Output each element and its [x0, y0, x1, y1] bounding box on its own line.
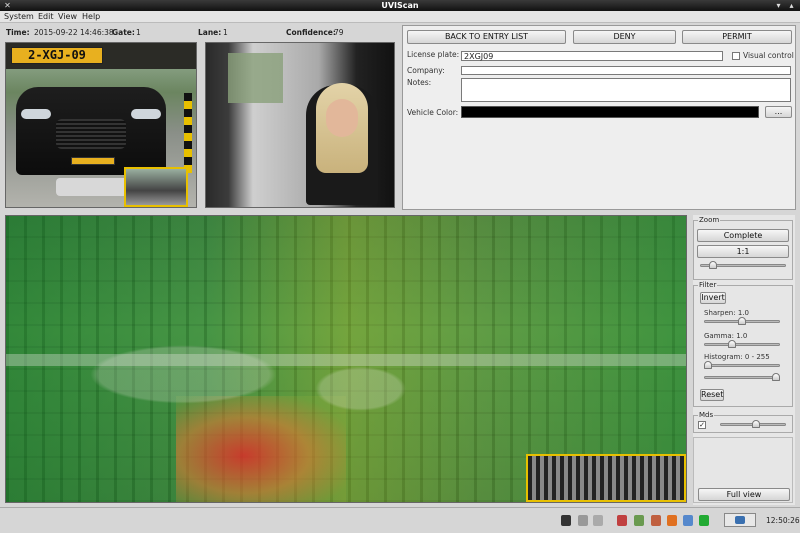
mds-slider-knob[interactable] [751, 420, 760, 428]
entry-details-panel: BACK TO ENTRY LIST DENY PERMIT License p… [402, 25, 796, 210]
license-plate-field[interactable]: 2XGJ09 [461, 51, 723, 61]
gate-value: 1 [136, 28, 141, 37]
vehicle-front-photo[interactable]: 2-XGJ-09 [5, 42, 197, 208]
sharpen-label: Sharpen: 1.0 [704, 309, 749, 317]
cup-icon [578, 515, 588, 526]
maximize-icon[interactable]: ▴ [787, 1, 796, 10]
vehicle-color-label: Vehicle Color: [407, 108, 459, 117]
mds-group: Mds ✓ [693, 411, 793, 433]
control-sidebar: Zoom Complete 1:1 Filter Invert Sharpen:… [693, 215, 795, 505]
window-titlebar: ✕ UVIScan ▾ ▴ [0, 0, 800, 11]
camera-icon [735, 516, 745, 524]
camera-orange-icon [651, 515, 661, 526]
window-menu-icon[interactable]: ✕ [3, 1, 12, 10]
zoom-title: Zoom [698, 216, 721, 224]
fullview-area: Full view [693, 437, 793, 503]
cup-outline-icon [593, 515, 603, 526]
driver-photo[interactable] [205, 42, 395, 208]
menu-system[interactable]: System [4, 12, 34, 21]
plate-crop: 2-XGJ-09 [11, 47, 103, 64]
zoom-complete-button[interactable]: Complete [697, 229, 789, 242]
company-label: Company: [407, 66, 445, 75]
plate-banner: 2-XGJ-09 [6, 43, 196, 69]
status-bar: 12:50:26 [0, 507, 800, 533]
histogram-high-knob[interactable] [772, 373, 780, 381]
reset-button[interactable]: Reset [700, 389, 724, 401]
gate-label: Gate: [112, 28, 135, 37]
gamma-label: Gamma: 1.0 [704, 332, 748, 340]
underbody-scan-view[interactable] [5, 215, 687, 503]
histogram-slider-high[interactable] [704, 376, 780, 379]
menu-help[interactable]: Help [82, 12, 100, 21]
entry-info-bar: Time: 2015-09-22 14:46:38 Gate: 1 Lane: … [4, 27, 396, 39]
zoom-one-to-one-button[interactable]: 1:1 [697, 245, 789, 258]
camera-green-icon [634, 515, 644, 526]
confidence-value: 79 [334, 28, 344, 37]
histogram-slider-low[interactable] [704, 364, 780, 367]
vehicle-color-swatch [461, 106, 759, 118]
confidence-label: Confidence: [286, 28, 336, 37]
status-clock: 12:50:26 [766, 516, 800, 525]
minimize-icon[interactable]: ▾ [774, 1, 783, 10]
zoom-slider-knob[interactable] [709, 261, 718, 269]
histogram-label: Histogram: 0 - 255 [704, 353, 770, 361]
scan-minimap[interactable] [526, 454, 686, 502]
filter-group: Filter Invert Sharpen: 1.0 Gamma: 1.0 Hi… [693, 281, 793, 407]
back-to-entry-list-button[interactable]: BACK TO ENTRY LIST [407, 30, 566, 44]
lane-label: Lane: [198, 28, 222, 37]
car-body [16, 87, 166, 175]
mds-title: Mds [698, 411, 715, 419]
sync-icon [683, 515, 693, 526]
invert-button[interactable]: Invert [700, 292, 726, 304]
gamma-slider[interactable] [704, 343, 780, 346]
visual-control-label: Visual control [743, 51, 794, 60]
deny-button[interactable]: DENY [573, 30, 676, 44]
sharpen-slider-knob[interactable] [738, 317, 746, 325]
notes-field[interactable] [461, 78, 791, 102]
mds-checkbox[interactable]: ✓ [698, 421, 706, 429]
window-title: UVIScan [381, 1, 419, 10]
histogram-low-knob[interactable] [704, 361, 712, 369]
lane-value: 1 [223, 28, 228, 37]
notes-label: Notes: [407, 78, 432, 87]
status-green-icon [699, 515, 709, 526]
traffic-light-icon [561, 515, 571, 526]
visual-control-checkbox[interactable] [732, 52, 740, 60]
company-field[interactable] [461, 66, 791, 75]
permit-button[interactable]: PERMIT [682, 30, 792, 44]
menu-edit[interactable]: Edit [38, 12, 54, 21]
filter-title: Filter [698, 281, 718, 289]
overview-thumbnail[interactable] [124, 167, 188, 207]
full-view-button[interactable]: Full view [698, 488, 790, 501]
zoom-group: Zoom Complete 1:1 [693, 216, 793, 280]
gamma-slider-knob[interactable] [727, 340, 736, 348]
refresh-icon [667, 515, 677, 526]
camera-red-icon [617, 515, 627, 526]
time-value: 2015-09-22 14:46:38 [34, 28, 114, 37]
license-plate-label: License plate: [407, 50, 460, 59]
time-label: Time: [6, 28, 30, 37]
bollard [184, 93, 192, 173]
menu-bar: System Edit View Help [0, 11, 800, 23]
driver-figure [306, 83, 378, 205]
choose-color-button[interactable]: ... [765, 106, 792, 118]
menu-view[interactable]: View [58, 12, 77, 21]
screenshot-button[interactable] [724, 513, 756, 527]
